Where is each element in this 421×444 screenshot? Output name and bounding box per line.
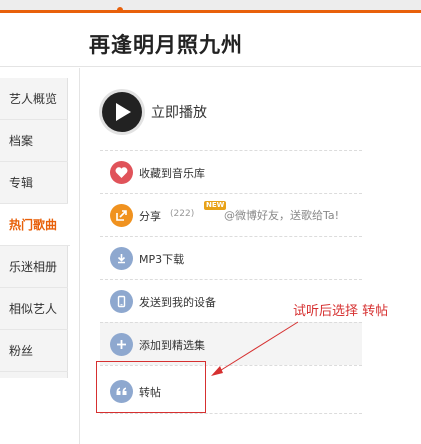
page-title: 再逢明月照九州	[89, 33, 243, 57]
play-button[interactable]	[102, 92, 142, 132]
sidebar-item-overview[interactable]: 艺人概览	[0, 78, 68, 120]
share-label: 分享	[139, 210, 161, 223]
sidebar-item-albums[interactable]: 专辑	[0, 162, 68, 204]
collect-label: 收藏到音乐库	[139, 167, 205, 180]
heart-icon	[110, 161, 133, 184]
download-icon	[110, 247, 133, 270]
highlight-box	[96, 361, 206, 413]
plus-icon	[110, 333, 133, 356]
share-count: (222)	[170, 209, 195, 219]
sidebar-item-hot-songs[interactable]: 热门歌曲	[0, 204, 70, 246]
download-label: MP3下载	[139, 253, 185, 266]
share-icon	[110, 204, 133, 227]
sidebar-item-fans[interactable]: 粉丝	[0, 330, 68, 372]
share-button[interactable]: 分享 (222) NEW @微博好友，送歌给Ta!	[100, 193, 362, 236]
sidebar-item-fan-photos[interactable]: 乐迷相册	[0, 246, 68, 288]
share-hint[interactable]: @微博好友，送歌给Ta!	[224, 207, 339, 223]
collect-to-library-button[interactable]: 收藏到音乐库	[100, 150, 362, 193]
send-to-device-label: 发送到我的设备	[139, 296, 216, 309]
sidebar-item-profile[interactable]: 档案	[0, 120, 68, 162]
annotation-text: 试听后选择 转帖	[293, 304, 389, 319]
sidebar-item-similar-artists[interactable]: 相似艺人	[0, 288, 68, 330]
device-icon	[110, 290, 133, 313]
play-label[interactable]: 立即播放	[151, 102, 207, 122]
page-header: 再逢明月照九州	[0, 13, 421, 67]
mp3-download-button[interactable]: MP3下载	[100, 236, 362, 279]
sidebar: 艺人概览 档案 专辑 热门歌曲 乐迷相册 相似艺人 粉丝	[0, 78, 70, 378]
add-to-collection-label: 添加到精选集	[139, 339, 205, 352]
add-to-collection-button[interactable]: 添加到精选集	[100, 322, 362, 365]
play-icon	[116, 103, 131, 121]
